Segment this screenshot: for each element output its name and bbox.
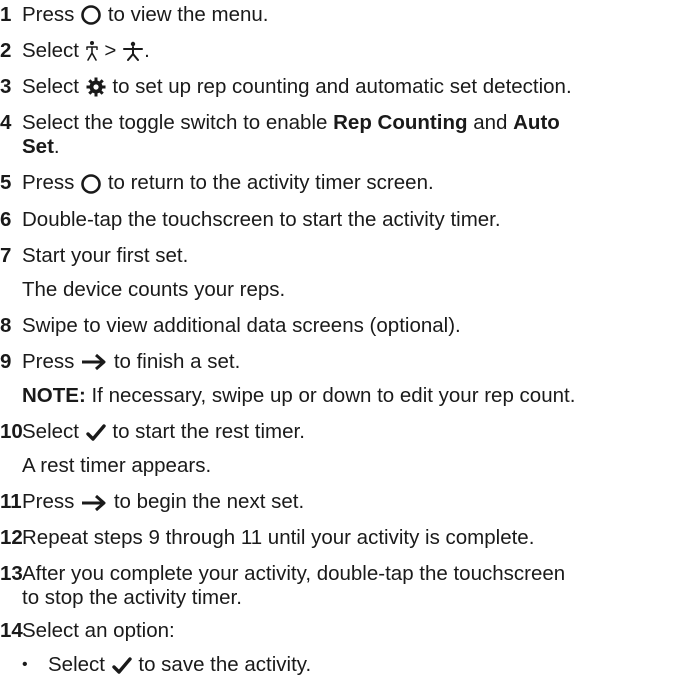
strength-icon [123,42,144,62]
step-result: The device counts your reps. [22,277,286,301]
step-text: Select [22,38,79,62]
separator: > [104,38,117,62]
note-text: If necessary, swipe up or down to edit y… [91,383,576,407]
step-text: Swipe to view additional data screens (o… [22,313,461,337]
checkmark-icon [111,656,132,674]
step-text: to begin the next set. [113,490,305,514]
step-text: Select an option: [22,618,175,642]
step-text-continued: to stop the activity timer. [22,585,242,609]
step-text: . [53,135,60,159]
instruction-document: 1 Press to view the menu. 2 Select > . 3 [0,0,694,680]
step-text: Press [22,171,75,195]
step-number: 12 [0,526,23,550]
step-text: Select the toggle switch to enable [22,111,328,135]
step-text: Press [22,490,75,514]
step-text: Press [22,2,75,26]
rep-counting-label: Rep Counting [333,111,468,135]
step-number: 4 [0,111,12,135]
note-label: NOTE: [22,383,86,407]
step-text: Select [22,74,79,98]
bullet-text: to save the activity. [138,653,312,676]
right-arrow-icon [82,353,106,371]
activity-person-icon [85,41,98,62]
gear-icon [86,77,106,97]
step-text: to view the menu. [107,2,269,26]
step-text: After you complete your activity, double… [22,561,566,585]
circle-button-icon [81,5,101,26]
step-number: 2 [0,38,12,62]
circle-button-icon [81,173,101,194]
checkmark-icon [85,424,106,441]
step-text: to finish a set. [113,349,241,373]
auto-set-label: Auto [513,111,560,135]
step-text: and [473,111,508,135]
step-number: 5 [0,171,12,195]
bullet-dot: • [22,656,28,673]
note: NOTE: If necessary, swipe up or down to … [22,383,575,409]
step-number: 1 [0,2,12,26]
step-number: 11 [0,490,22,514]
step-number: 9 [0,349,12,373]
step-text: Start your first set. [22,243,189,267]
step-number: 3 [0,74,12,98]
step-text: Select [22,420,79,444]
step-number: 7 [0,243,12,267]
step-number: 6 [0,207,12,231]
step-text: . [144,38,150,62]
auto-set-label: Set [22,135,54,159]
step-text: Repeat steps 9 through 11 until your act… [22,526,535,550]
step-number: 13 [0,561,23,585]
step-result: A rest timer appears. [22,454,212,478]
step-text: Press [22,349,75,373]
step-number: 10 [0,420,23,444]
step-text: Double-tap the touchscreen to start the … [22,207,501,231]
right-arrow-icon [82,494,106,511]
step-text: to set up rep counting and automatic set… [112,74,572,98]
step-number: 8 [0,313,12,337]
step-text: to start the rest timer. [112,420,305,444]
bullet-text: Select [48,653,105,676]
step-text: to return to the activity timer screen. [107,171,434,195]
step-number: 14 [0,618,23,642]
